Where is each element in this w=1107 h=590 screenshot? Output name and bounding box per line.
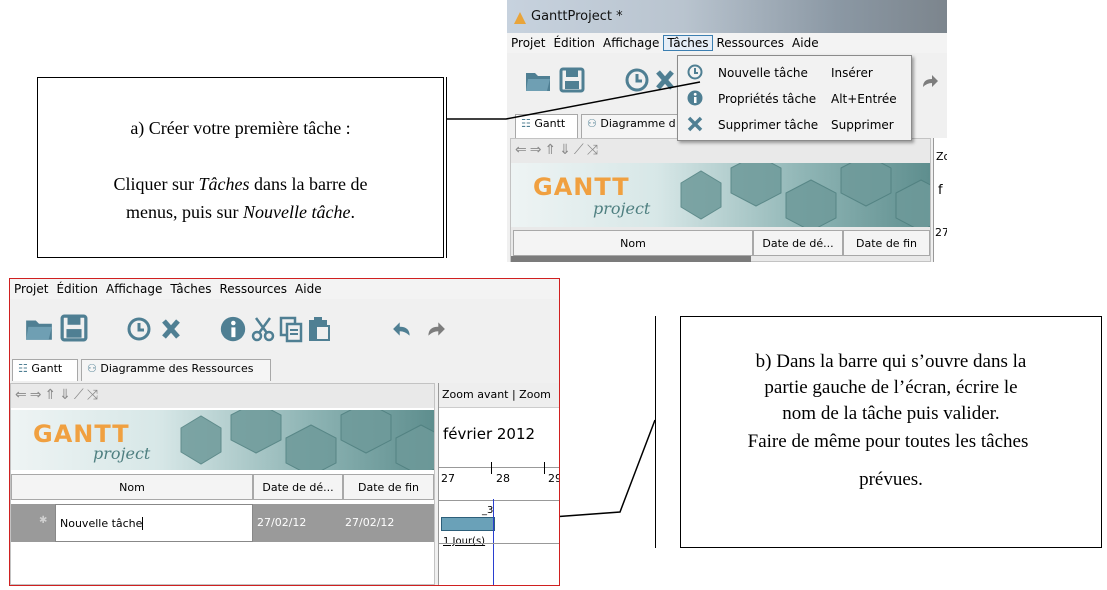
bottom-task-panel: ⇐⇒⇑⇓⟋⤨ GANTT project Nom Date de dé... D… (10, 383, 435, 585)
chart-month-label: février 2012 (443, 425, 536, 443)
menu-edition[interactable]: Édition (52, 282, 102, 296)
today-line (493, 499, 494, 585)
task-end-date: 27/02/12 (345, 516, 395, 529)
undo-arrow-icon[interactable] (392, 318, 414, 340)
menu-affichage[interactable]: Affichage (102, 282, 166, 296)
column-header-start-date[interactable]: Date de dé... (253, 474, 343, 500)
bottom-gantt-window: Projet Édition Affichage Tâches Ressourc… (9, 278, 560, 586)
row-separator (439, 543, 559, 544)
hexagon-pattern (180, 410, 434, 470)
gantt-tab-icon: ☷ (18, 362, 28, 375)
tab-gantt[interactable]: ☷ Gantt (12, 359, 78, 381)
task-name-input[interactable]: Nouvelle tâche (55, 504, 253, 542)
gantt-logo-banner: GANTT project (11, 410, 434, 470)
note-b-line4: Faire de même pour toutes les tâches (747, 431, 1029, 452)
note-b-line1: b) Dans la barre qui s’ouvre dans la (755, 351, 1027, 372)
bar-top-label: _3 (482, 505, 494, 516)
zoom-controls[interactable]: Zoom avant | Zoom (442, 388, 551, 401)
text-cursor (142, 516, 144, 530)
project-logo-text: project (93, 444, 151, 463)
paste-icon[interactable] (306, 315, 332, 343)
day-ruler: 27 28 29 (439, 462, 559, 501)
tick-29 (544, 462, 545, 474)
chart-zoom-bar: Zoom avant | Zoom (439, 383, 559, 408)
tick-28 (491, 462, 492, 474)
resources-tab-icon: ⚇ (87, 362, 97, 375)
copy-icon[interactable] (278, 315, 304, 343)
bottom-menu-bar: Projet Édition Affichage Tâches Ressourc… (10, 279, 559, 299)
task-navigation-arrows[interactable]: ⇐⇒⇑⇓⟋⤨ (15, 387, 101, 403)
gantt-task-bar[interactable] (441, 517, 495, 531)
instruction-note-b: b) Dans la barre qui s’ouvre dans la par… (680, 316, 1102, 548)
day-28: 28 (496, 472, 510, 485)
tab-resources-diagram[interactable]: ⚇ Diagramme des Ressources (81, 359, 271, 381)
menu-aide[interactable]: Aide (291, 282, 326, 296)
save-icon[interactable] (60, 314, 88, 342)
gantt-chart-area: Zoom avant | Zoom février 2012 27 28 29 … (438, 383, 559, 585)
note-b-divider (655, 316, 656, 548)
cut-scissors-icon[interactable] (250, 315, 276, 343)
bottom-toolbar (10, 300, 559, 360)
redo-arrow-icon[interactable] (424, 318, 446, 340)
bar-duration-label: 1 Jour(s) (443, 536, 486, 547)
info-icon[interactable] (220, 316, 246, 342)
menu-ressources[interactable]: Ressources (216, 282, 292, 296)
delete-x-icon[interactable] (158, 317, 184, 341)
row-handle-icon: ✱ (39, 515, 48, 526)
menu-projet[interactable]: Projet (10, 282, 52, 296)
task-row[interactable]: ✱ Nouvelle tâche 27/02/12 27/02/12 (11, 504, 434, 542)
day-29: 29 (548, 472, 559, 485)
note-b-line3: nom de la tâche puis valider. (782, 403, 1000, 424)
day-27: 27 (441, 472, 455, 485)
column-header-end-date[interactable]: Date de fin (343, 474, 434, 500)
task-start-date: 27/02/12 (257, 516, 307, 529)
open-folder-icon[interactable] (24, 314, 54, 342)
clock-icon[interactable] (126, 316, 152, 342)
note-b-line5: prévues. (859, 469, 923, 490)
column-header-nom[interactable]: Nom (11, 474, 253, 500)
menu-taches[interactable]: Tâches (166, 282, 215, 296)
note-b-line2: partie gauche de l’écran, écrire le (764, 377, 1018, 398)
